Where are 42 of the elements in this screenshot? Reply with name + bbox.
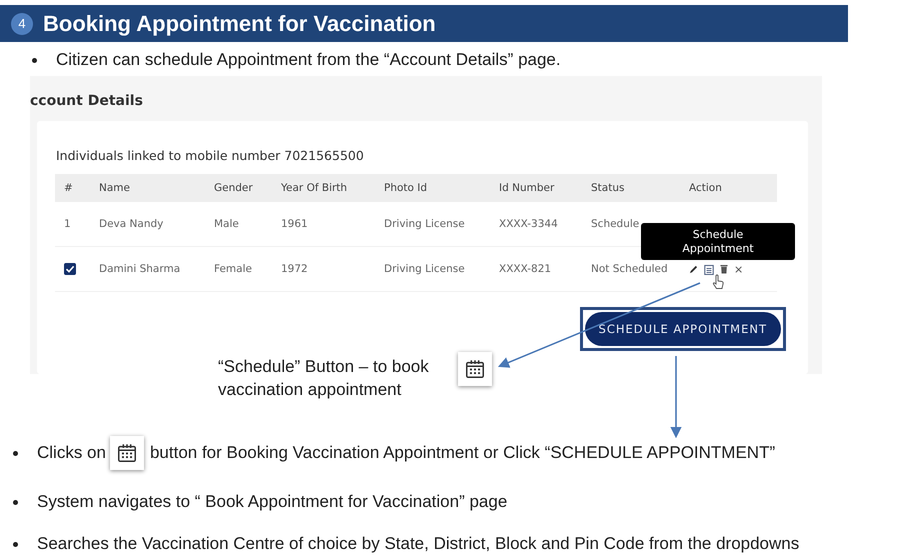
column-header: Name bbox=[90, 174, 205, 202]
table-cell: XXXX-821 bbox=[499, 263, 552, 275]
column-header: Action bbox=[680, 174, 777, 202]
table-cell: Not Scheduled bbox=[591, 263, 668, 275]
bullet-text: Searches the Vaccination Centre of choice by State, District, Block and Pin Code from the dropdowns bbox=[37, 534, 800, 554]
tooltip: Schedule Appointment bbox=[641, 223, 795, 260]
table-cell: Deva Nandy bbox=[99, 218, 164, 230]
table-cell: XXXX-3344 bbox=[499, 218, 558, 230]
bullet-text: Citizen can schedule Appointment from the “Account Details” page. bbox=[56, 50, 561, 70]
bullet-icon bbox=[13, 450, 18, 456]
bullet-text: Clicks on bbox=[37, 443, 106, 463]
trash-icon[interactable] bbox=[720, 264, 728, 274]
column-header: Year Of Birth bbox=[272, 174, 375, 202]
step-number: 4 bbox=[11, 12, 33, 34]
table-cell: Schedule bbox=[591, 218, 640, 230]
bullet-icon bbox=[13, 542, 18, 546]
row-number: 1 bbox=[64, 218, 71, 230]
checkbox[interactable] bbox=[64, 263, 76, 275]
bullet-icon bbox=[32, 58, 37, 62]
bullet-text: System navigates to “ Book Appointment for Vaccination” page bbox=[37, 492, 508, 512]
table-cell: 1972 bbox=[281, 263, 308, 275]
slide-title: Booking Appointment for Vaccination bbox=[43, 10, 436, 36]
bullet-icon bbox=[13, 500, 18, 504]
column-header: # bbox=[55, 174, 90, 202]
annotation-text: “Schedule” Button – to book vaccination appointment bbox=[218, 356, 430, 401]
column-header: Photo Id bbox=[375, 174, 490, 202]
column-header: Status bbox=[582, 174, 680, 202]
table-cell: Female bbox=[214, 263, 252, 275]
close-icon[interactable]: × bbox=[734, 262, 744, 276]
table-cell: Damini Sharma bbox=[99, 263, 180, 275]
column-header: Id Number bbox=[490, 174, 582, 202]
subtitle: Individuals linked to mobile number 7021565500 bbox=[55, 147, 365, 164]
pencil-icon[interactable] bbox=[689, 264, 698, 274]
table-cell: Driving License bbox=[384, 218, 465, 230]
table-cell: Male bbox=[214, 218, 239, 230]
table-cell: 1961 bbox=[281, 218, 308, 230]
pointer-icon bbox=[712, 274, 724, 290]
bullet-text: button for Booking Vaccination Appointment or Click “SCHEDULE APPOINTMENT” bbox=[150, 443, 776, 463]
schedule-appointment-button[interactable]: SCHEDULE APPOINTMENT bbox=[584, 312, 781, 346]
page-title: ccount Details bbox=[30, 92, 144, 110]
table-cell: Driving License bbox=[384, 263, 465, 275]
column-header: Gender bbox=[205, 174, 272, 202]
